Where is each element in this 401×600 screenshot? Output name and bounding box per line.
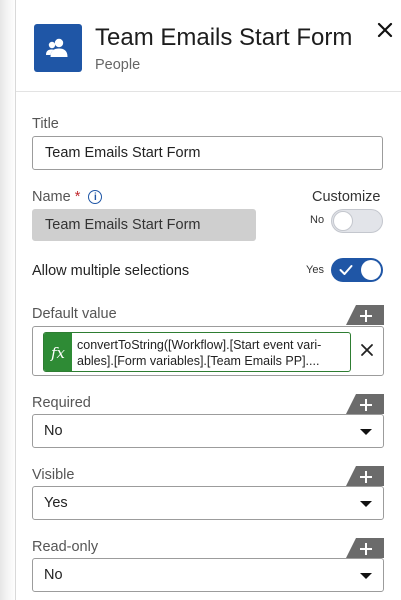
chevron-down-icon (360, 501, 372, 507)
panel-left-shadow (0, 0, 16, 600)
add-read-only-plus-icon[interactable] (346, 538, 384, 558)
people-icon (34, 24, 82, 72)
name-label: Name * i (32, 189, 103, 205)
name-input: Team Emails Start Form (32, 209, 256, 241)
page-subtitle: People (95, 57, 141, 73)
required-select-value: No (44, 423, 63, 439)
title-input[interactable]: Team Emails Start Form (32, 136, 383, 170)
required-select[interactable]: No (32, 414, 384, 448)
expression-line-1: convertToString([Workflow].[Start event … (77, 338, 322, 352)
clear-icon[interactable] (360, 343, 374, 357)
name-input-value: Team Emails Start Form (45, 217, 201, 233)
add-visible-plus-icon[interactable] (346, 466, 384, 486)
check-icon (339, 265, 353, 275)
add-default-value-plus-icon[interactable] (346, 305, 384, 325)
fx-icon: fx (44, 333, 72, 371)
title-label: Title (32, 116, 59, 132)
required-label: Required (32, 395, 91, 411)
expression-chip[interactable]: fx convertToString([Workflow].[Start eve… (43, 332, 351, 372)
name-label-text: Name (32, 189, 71, 205)
chevron-down-icon (360, 573, 372, 579)
visible-select-value: Yes (44, 495, 68, 511)
default-value-box[interactable]: fx convertToString([Workflow].[Start eve… (32, 326, 384, 376)
allow-multiple-label: Allow multiple selections (32, 263, 190, 279)
customize-label: Customize (312, 189, 381, 205)
read-only-select[interactable]: No (32, 558, 384, 592)
title-input-value: Team Emails Start Form (45, 145, 201, 161)
read-only-label: Read-only (32, 539, 99, 555)
page-title: Team Emails Start Form (95, 24, 353, 51)
default-value-label: Default value (32, 306, 117, 322)
visible-select[interactable]: Yes (32, 486, 384, 520)
chevron-down-icon (360, 429, 372, 435)
allow-multiple-state-label: Yes (306, 264, 324, 276)
panel-header: Team Emails Start Form People (16, 0, 401, 92)
customize-toggle[interactable] (331, 209, 383, 233)
info-icon[interactable]: i (88, 190, 103, 205)
required-star: * (74, 189, 81, 205)
expression-line-2: ables].[Form variables].[Team Emails PP]… (77, 354, 320, 368)
expression-text: convertToString([Workflow].[Start event … (77, 337, 349, 369)
add-required-plus-icon[interactable] (346, 394, 384, 414)
close-icon[interactable] (375, 20, 395, 40)
read-only-select-value: No (44, 567, 63, 583)
allow-multiple-toggle[interactable] (331, 258, 383, 282)
customize-state-label: No (310, 214, 325, 226)
visible-label: Visible (32, 467, 75, 483)
toggle-knob (361, 260, 381, 280)
toggle-knob (333, 211, 353, 231)
